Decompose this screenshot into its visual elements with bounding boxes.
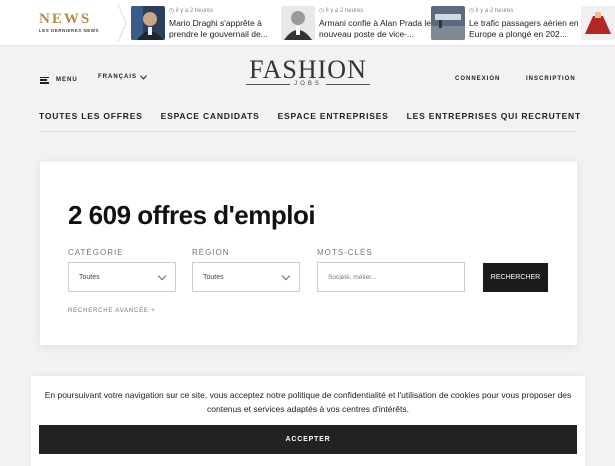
region-value: Toutes bbox=[203, 274, 224, 281]
category-select[interactable]: Toutes bbox=[68, 262, 176, 292]
chevron-down-icon bbox=[281, 271, 291, 281]
news-thumbnail bbox=[281, 6, 315, 40]
main-nav: TOUTES LES OFFRES ESPACE CANDIDATS ESPAC… bbox=[39, 104, 580, 132]
news-thumbnail bbox=[131, 6, 165, 40]
news-logo-subtitle: LES DERNIERES NEWS bbox=[39, 28, 100, 33]
region-label: RÉGION bbox=[192, 248, 230, 257]
category-label: CATÉGORIE bbox=[68, 248, 124, 257]
chevron-down-icon bbox=[140, 74, 147, 80]
region-select[interactable]: Toutes bbox=[192, 262, 300, 292]
news-title: Le trafic passagers aérien en Europe a p… bbox=[469, 18, 579, 39]
news-time: ◷ il y a 2 heures bbox=[319, 8, 364, 14]
register-link[interactable]: INSCRIPTION bbox=[526, 76, 576, 82]
logo-main: FASHION bbox=[249, 55, 367, 84]
news-item[interactable]: ◷ il y a 2 heures Le trafic passagers aé… bbox=[431, 6, 591, 42]
site-logo[interactable]: FASHION JOBS bbox=[238, 55, 378, 87]
menu-label: MENU bbox=[56, 77, 78, 83]
nav-hiring-companies[interactable]: LES ENTREPRISES QUI RECRUTENT bbox=[407, 111, 581, 121]
cookie-banner: En poursuivant votre navigation sur ce s… bbox=[31, 376, 585, 466]
login-link[interactable]: CONNEXION bbox=[455, 76, 500, 82]
news-item[interactable]: ◷ il y a 2 heures Mario Draghi s'apprête… bbox=[131, 6, 291, 42]
keywords-input[interactable] bbox=[317, 262, 465, 292]
search-button[interactable]: RECHERCHER bbox=[483, 263, 548, 292]
chevron-right-icon bbox=[117, 4, 127, 42]
menu-button[interactable]: MENU bbox=[40, 75, 78, 85]
news-logo-title: NEWS bbox=[39, 11, 92, 27]
nav-all-offers[interactable]: TOUTES LES OFFRES bbox=[39, 111, 143, 121]
news-thumbnail[interactable] bbox=[581, 6, 615, 40]
job-count-title: 2 609 offres d'emploi bbox=[68, 200, 316, 230]
chevron-down-icon bbox=[157, 271, 167, 281]
news-thumbnail bbox=[431, 6, 465, 40]
news-ticker: NEWS LES DERNIERES NEWS ◷ il y a 2 heure… bbox=[0, 0, 615, 46]
site-header: MENU FRANÇAIS FASHION JOBS CONNEXION INS… bbox=[0, 46, 615, 104]
news-time: ◷ il y a 2 heures bbox=[169, 8, 214, 14]
hamburger-icon bbox=[40, 76, 49, 84]
advanced-search-link[interactable]: RECHERCHE AVANCÉE + bbox=[68, 308, 156, 314]
accept-cookies-button[interactable]: ACCEPTER bbox=[39, 425, 577, 454]
nav-candidates[interactable]: ESPACE CANDIDATS bbox=[161, 111, 260, 121]
language-selector[interactable]: FRANÇAIS bbox=[98, 74, 147, 80]
news-logo[interactable]: NEWS LES DERNIERES NEWS bbox=[0, 0, 128, 46]
news-title: Mario Draghi s'apprête à prendre le gouv… bbox=[169, 18, 268, 39]
language-label: FRANÇAIS bbox=[98, 74, 137, 80]
keywords-label: MOTS-CLÉS bbox=[317, 248, 373, 257]
news-item[interactable]: ◷ il y a 2 heures Armani confie à Alan P… bbox=[281, 6, 441, 42]
category-value: Toutes bbox=[79, 274, 100, 281]
search-card: 2 609 offres d'emploi CATÉGORIE Toutes R… bbox=[40, 162, 577, 345]
nav-companies[interactable]: ESPACE ENTREPRISES bbox=[278, 111, 389, 121]
news-time: ◷ il y a 2 heures bbox=[469, 8, 514, 14]
cookie-text: En poursuivant votre navigation sur ce s… bbox=[44, 390, 572, 414]
news-title: Armani confie à Alan Prada le nouveau po… bbox=[319, 18, 431, 39]
